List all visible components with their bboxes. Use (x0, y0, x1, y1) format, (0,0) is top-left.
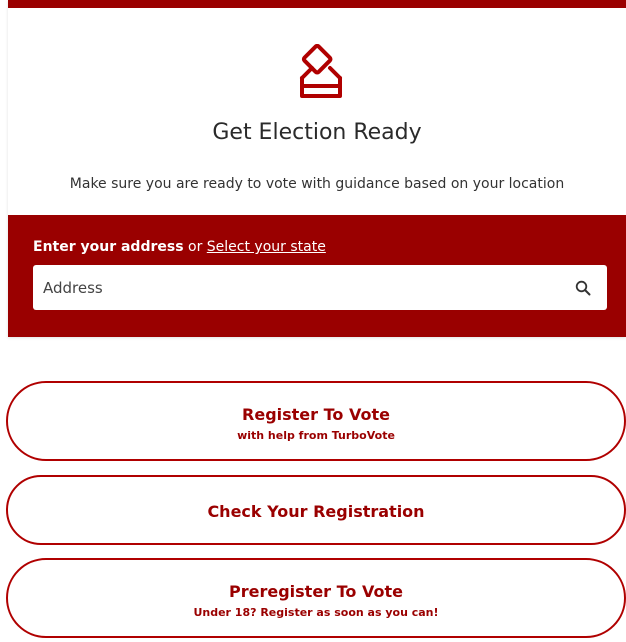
address-label-or: or (188, 239, 203, 255)
search-icon[interactable] (575, 280, 591, 296)
page-title: Get Election Ready (212, 120, 422, 145)
address-label-text: Enter your address (33, 239, 184, 255)
register-to-vote-button[interactable]: Register To Vote with help from TurboVot… (6, 381, 626, 461)
check-registration-title: Check Your Registration (207, 502, 425, 521)
election-ready-card: Get Election Ready Make sure you are rea… (8, 0, 626, 337)
select-state-link[interactable]: Select your state (207, 239, 326, 255)
register-to-vote-subtitle: with help from TurboVote (237, 429, 395, 442)
check-registration-button[interactable]: Check Your Registration (6, 475, 626, 545)
address-input-container[interactable] (33, 265, 607, 310)
page-subtitle: Make sure you are ready to vote with gui… (69, 176, 565, 192)
address-label: Enter your address or Select your state (33, 239, 326, 255)
ballot-box-icon (300, 44, 342, 98)
preregister-to-vote-subtitle: Under 18? Register as soon as you can! (193, 606, 439, 619)
preregister-to-vote-button[interactable]: Preregister To Vote Under 18? Register a… (6, 558, 626, 638)
address-panel: Enter your address or Select your state (8, 215, 626, 337)
register-to-vote-title: Register To Vote (242, 405, 390, 424)
address-input[interactable] (43, 265, 563, 310)
preregister-to-vote-title: Preregister To Vote (229, 582, 403, 601)
